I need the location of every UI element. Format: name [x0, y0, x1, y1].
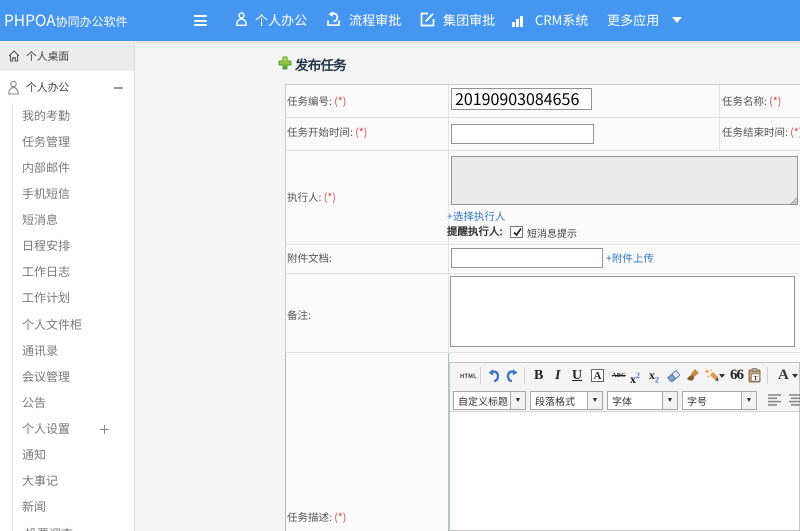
svg-text:T: T: [753, 375, 758, 382]
